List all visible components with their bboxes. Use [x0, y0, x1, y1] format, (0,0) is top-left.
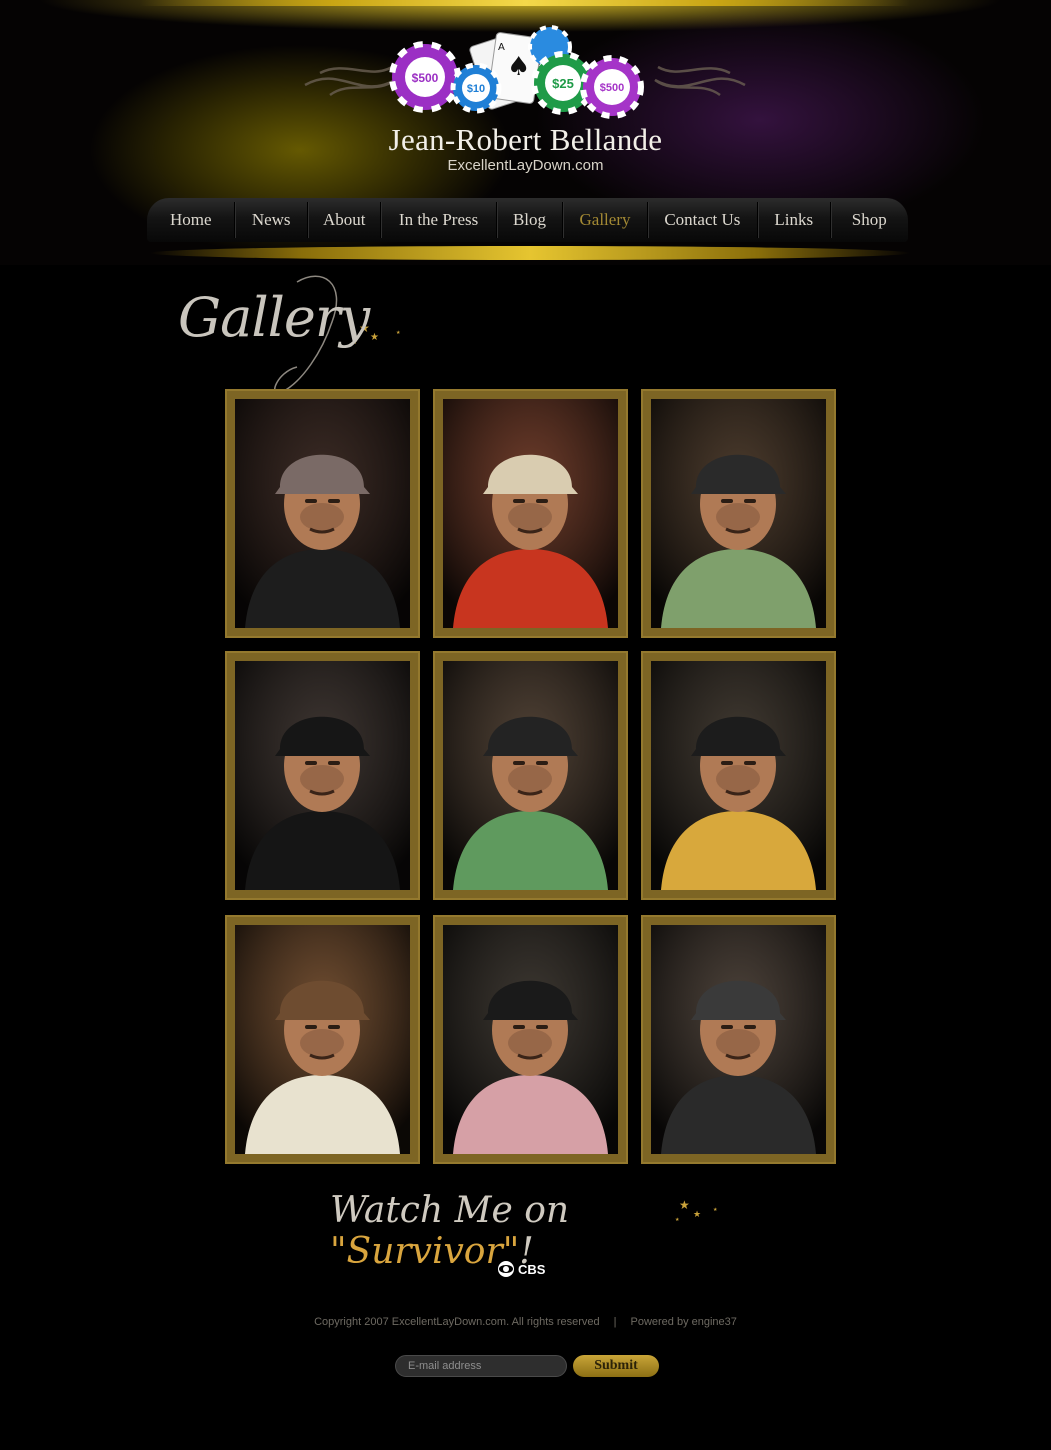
- chip-500-right-icon: $500: [580, 55, 644, 119]
- svg-text:$25: $25: [552, 76, 574, 91]
- portrait-icon: [235, 661, 410, 890]
- svg-text:★: ★: [693, 1210, 701, 1220]
- portrait-icon: [443, 925, 618, 1154]
- powered-by-link[interactable]: Powered by engine37: [630, 1316, 736, 1328]
- footer-separator: |: [613, 1316, 617, 1328]
- cbs-logo[interactable]: CBS: [497, 1260, 545, 1278]
- photo: [443, 399, 618, 628]
- nav-about[interactable]: About: [308, 202, 382, 238]
- photo: [443, 661, 618, 890]
- copyright-text: Copyright 2007 ExcellentLayDown.com. All…: [314, 1316, 600, 1328]
- svg-text:$500: $500: [600, 82, 624, 94]
- nav-blog[interactable]: Blog: [497, 202, 564, 238]
- gallery-thumb[interactable]: [641, 915, 836, 1164]
- submit-button[interactable]: Submit: [573, 1355, 659, 1377]
- chip-label: $500: [412, 71, 439, 85]
- svg-text:★: ★: [679, 1198, 690, 1212]
- nav-home[interactable]: Home: [147, 202, 236, 238]
- portrait-icon: [651, 925, 826, 1154]
- site-header: ♠ A $500 $10 $25 $500 Jean-Robert Bellan…: [0, 0, 1051, 265]
- page-title: Gallery: [178, 286, 370, 349]
- portrait-icon: [651, 399, 826, 628]
- cbs-label: CBS: [518, 1261, 546, 1277]
- svg-text:★: ★: [396, 330, 401, 336]
- footer-copyright: Copyright 2007 ExcellentLayDown.com. All…: [0, 1316, 1051, 1328]
- chip-500-left-icon: $500: [389, 41, 461, 113]
- nav-gallery[interactable]: Gallery: [563, 202, 648, 238]
- gallery-thumb[interactable]: [433, 651, 628, 900]
- gallery-thumb[interactable]: [433, 389, 628, 638]
- promo-show-name: "Survivor": [330, 1231, 520, 1272]
- photo: [443, 925, 618, 1154]
- gallery-heading: ★ ★ ★ ★ Gallery: [172, 272, 422, 402]
- nav-shop[interactable]: Shop: [831, 202, 908, 238]
- logo-chips-cards[interactable]: ♠ A $500 $10 $25 $500: [300, 25, 750, 135]
- portrait-icon: [443, 661, 618, 890]
- photo: [235, 661, 410, 890]
- header-gold-rim: [140, 0, 910, 6]
- gallery-thumb[interactable]: [225, 651, 420, 900]
- header-gold-underline: [150, 246, 910, 260]
- nav-contact-us[interactable]: Contact Us: [648, 202, 758, 238]
- cbs-eye-icon: [498, 1261, 514, 1277]
- site-subtitle: ExcellentLayDown.com: [447, 157, 604, 174]
- main-nav: Home News About In the Press Blog Galler…: [147, 198, 908, 242]
- portrait-icon: [235, 399, 410, 628]
- svg-text:★: ★: [713, 1207, 718, 1213]
- promo-prefix: Watch Me on: [330, 1190, 570, 1231]
- portrait-icon: [235, 925, 410, 1154]
- gallery-thumb[interactable]: [433, 915, 628, 1164]
- chip-10-icon: $10: [450, 62, 502, 114]
- photo: [651, 399, 826, 628]
- survivor-promo[interactable]: Watch Me on "Survivor"! ★ ★ ★ ★: [330, 1190, 740, 1272]
- email-field[interactable]: [395, 1355, 567, 1377]
- svg-text:★: ★: [675, 1217, 680, 1223]
- svg-text:$10: $10: [467, 83, 485, 95]
- nav-in-the-press[interactable]: In the Press: [381, 202, 497, 238]
- gallery-thumb[interactable]: [225, 389, 420, 638]
- nav-news[interactable]: News: [235, 202, 308, 238]
- photo: [651, 925, 826, 1154]
- portrait-icon: [651, 661, 826, 890]
- flourish-right-icon: [654, 65, 746, 97]
- svg-text:♠: ♠: [507, 52, 530, 82]
- portrait-icon: [443, 399, 618, 628]
- flourish-left-icon: [304, 65, 396, 97]
- gallery-thumb[interactable]: [641, 651, 836, 900]
- nav-links[interactable]: Links: [758, 202, 831, 238]
- svg-text:★: ★: [370, 332, 379, 343]
- promo-stars-icon: ★ ★ ★ ★: [675, 1198, 718, 1223]
- photo: [235, 399, 410, 628]
- svg-text:A: A: [498, 42, 505, 53]
- photo: [235, 925, 410, 1154]
- gallery-thumb[interactable]: [225, 915, 420, 1164]
- photo: [651, 661, 826, 890]
- gallery-thumb[interactable]: [641, 389, 836, 638]
- site-title: Jean-Robert Bellande: [388, 122, 663, 157]
